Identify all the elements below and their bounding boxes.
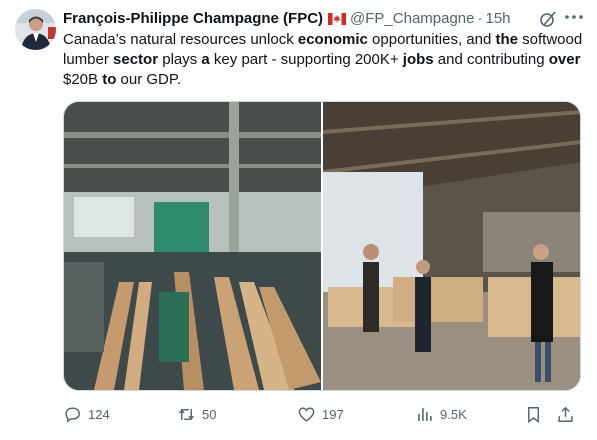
tweet-text-segment: $20B — [63, 71, 103, 88]
tweet-card[interactable]: François-Philippe Champagne (FPC) @FP_Ch… — [0, 0, 597, 440]
tweet-text-segment: Canada’s natural resources unlock — [63, 31, 298, 48]
more-options-icon[interactable] — [564, 7, 584, 27]
grok-icon[interactable] — [539, 10, 557, 28]
media-grid — [63, 101, 581, 391]
retweet-button[interactable]: 50 — [177, 403, 216, 425]
reply-icon — [65, 406, 80, 423]
tweet-text-segment: a — [201, 51, 210, 68]
reply-button[interactable]: 124 — [63, 403, 110, 425]
tweet-text-segment: to — [102, 71, 117, 88]
like-button[interactable]: 197 — [297, 403, 344, 425]
bookmark-icon — [528, 406, 539, 423]
canada-flag-icon — [328, 12, 347, 25]
views-chart-icon — [418, 407, 432, 421]
tweet-text-segment: our GDP. — [116, 71, 182, 88]
share-icon — [558, 406, 573, 422]
action-bar: 124 50 197 9.5K — [63, 403, 589, 425]
author-handle[interactable]: @FP_Champagne — [350, 10, 474, 27]
views-count: 9.5K — [440, 406, 467, 422]
tweet-text-segment: sector — [113, 51, 159, 68]
tweet-text-segment: and contributing — [433, 51, 549, 68]
reply-count: 124 — [88, 406, 110, 422]
author-name[interactable]: François-Philippe Champagne (FPC) — [63, 10, 323, 27]
tweet-text-segment: economic — [297, 31, 368, 48]
tweet-text: Canada’s natural resources unlock econom… — [63, 30, 583, 90]
views-button[interactable]: 9.5K — [415, 403, 467, 425]
lumber-yard-photo[interactable] — [322, 102, 580, 390]
separator-dot: · — [477, 9, 483, 27]
share-button[interactable] — [556, 403, 581, 425]
tweet-text-segment: over — [548, 51, 581, 68]
heart-icon — [298, 406, 315, 422]
tweet-text-segment: plays — [158, 51, 202, 68]
avatar[interactable] — [15, 9, 56, 50]
like-count: 197 — [322, 406, 344, 422]
retweet-count: 50 — [202, 406, 217, 422]
tweet-text-segment: the — [495, 31, 518, 48]
retweet-icon — [178, 408, 195, 420]
bookmark-button[interactable] — [524, 403, 549, 425]
tweet-text-segment: key part - supporting 200K+ — [209, 51, 403, 68]
tweet-text-segment: opportunities, and — [367, 31, 496, 48]
tweet-text-segment: jobs — [402, 51, 434, 68]
sawmill-photo[interactable] — [64, 102, 321, 390]
timestamp[interactable]: 15h — [486, 10, 511, 27]
tweet-header: François-Philippe Champagne (FPC) @FP_Ch… — [63, 8, 585, 28]
